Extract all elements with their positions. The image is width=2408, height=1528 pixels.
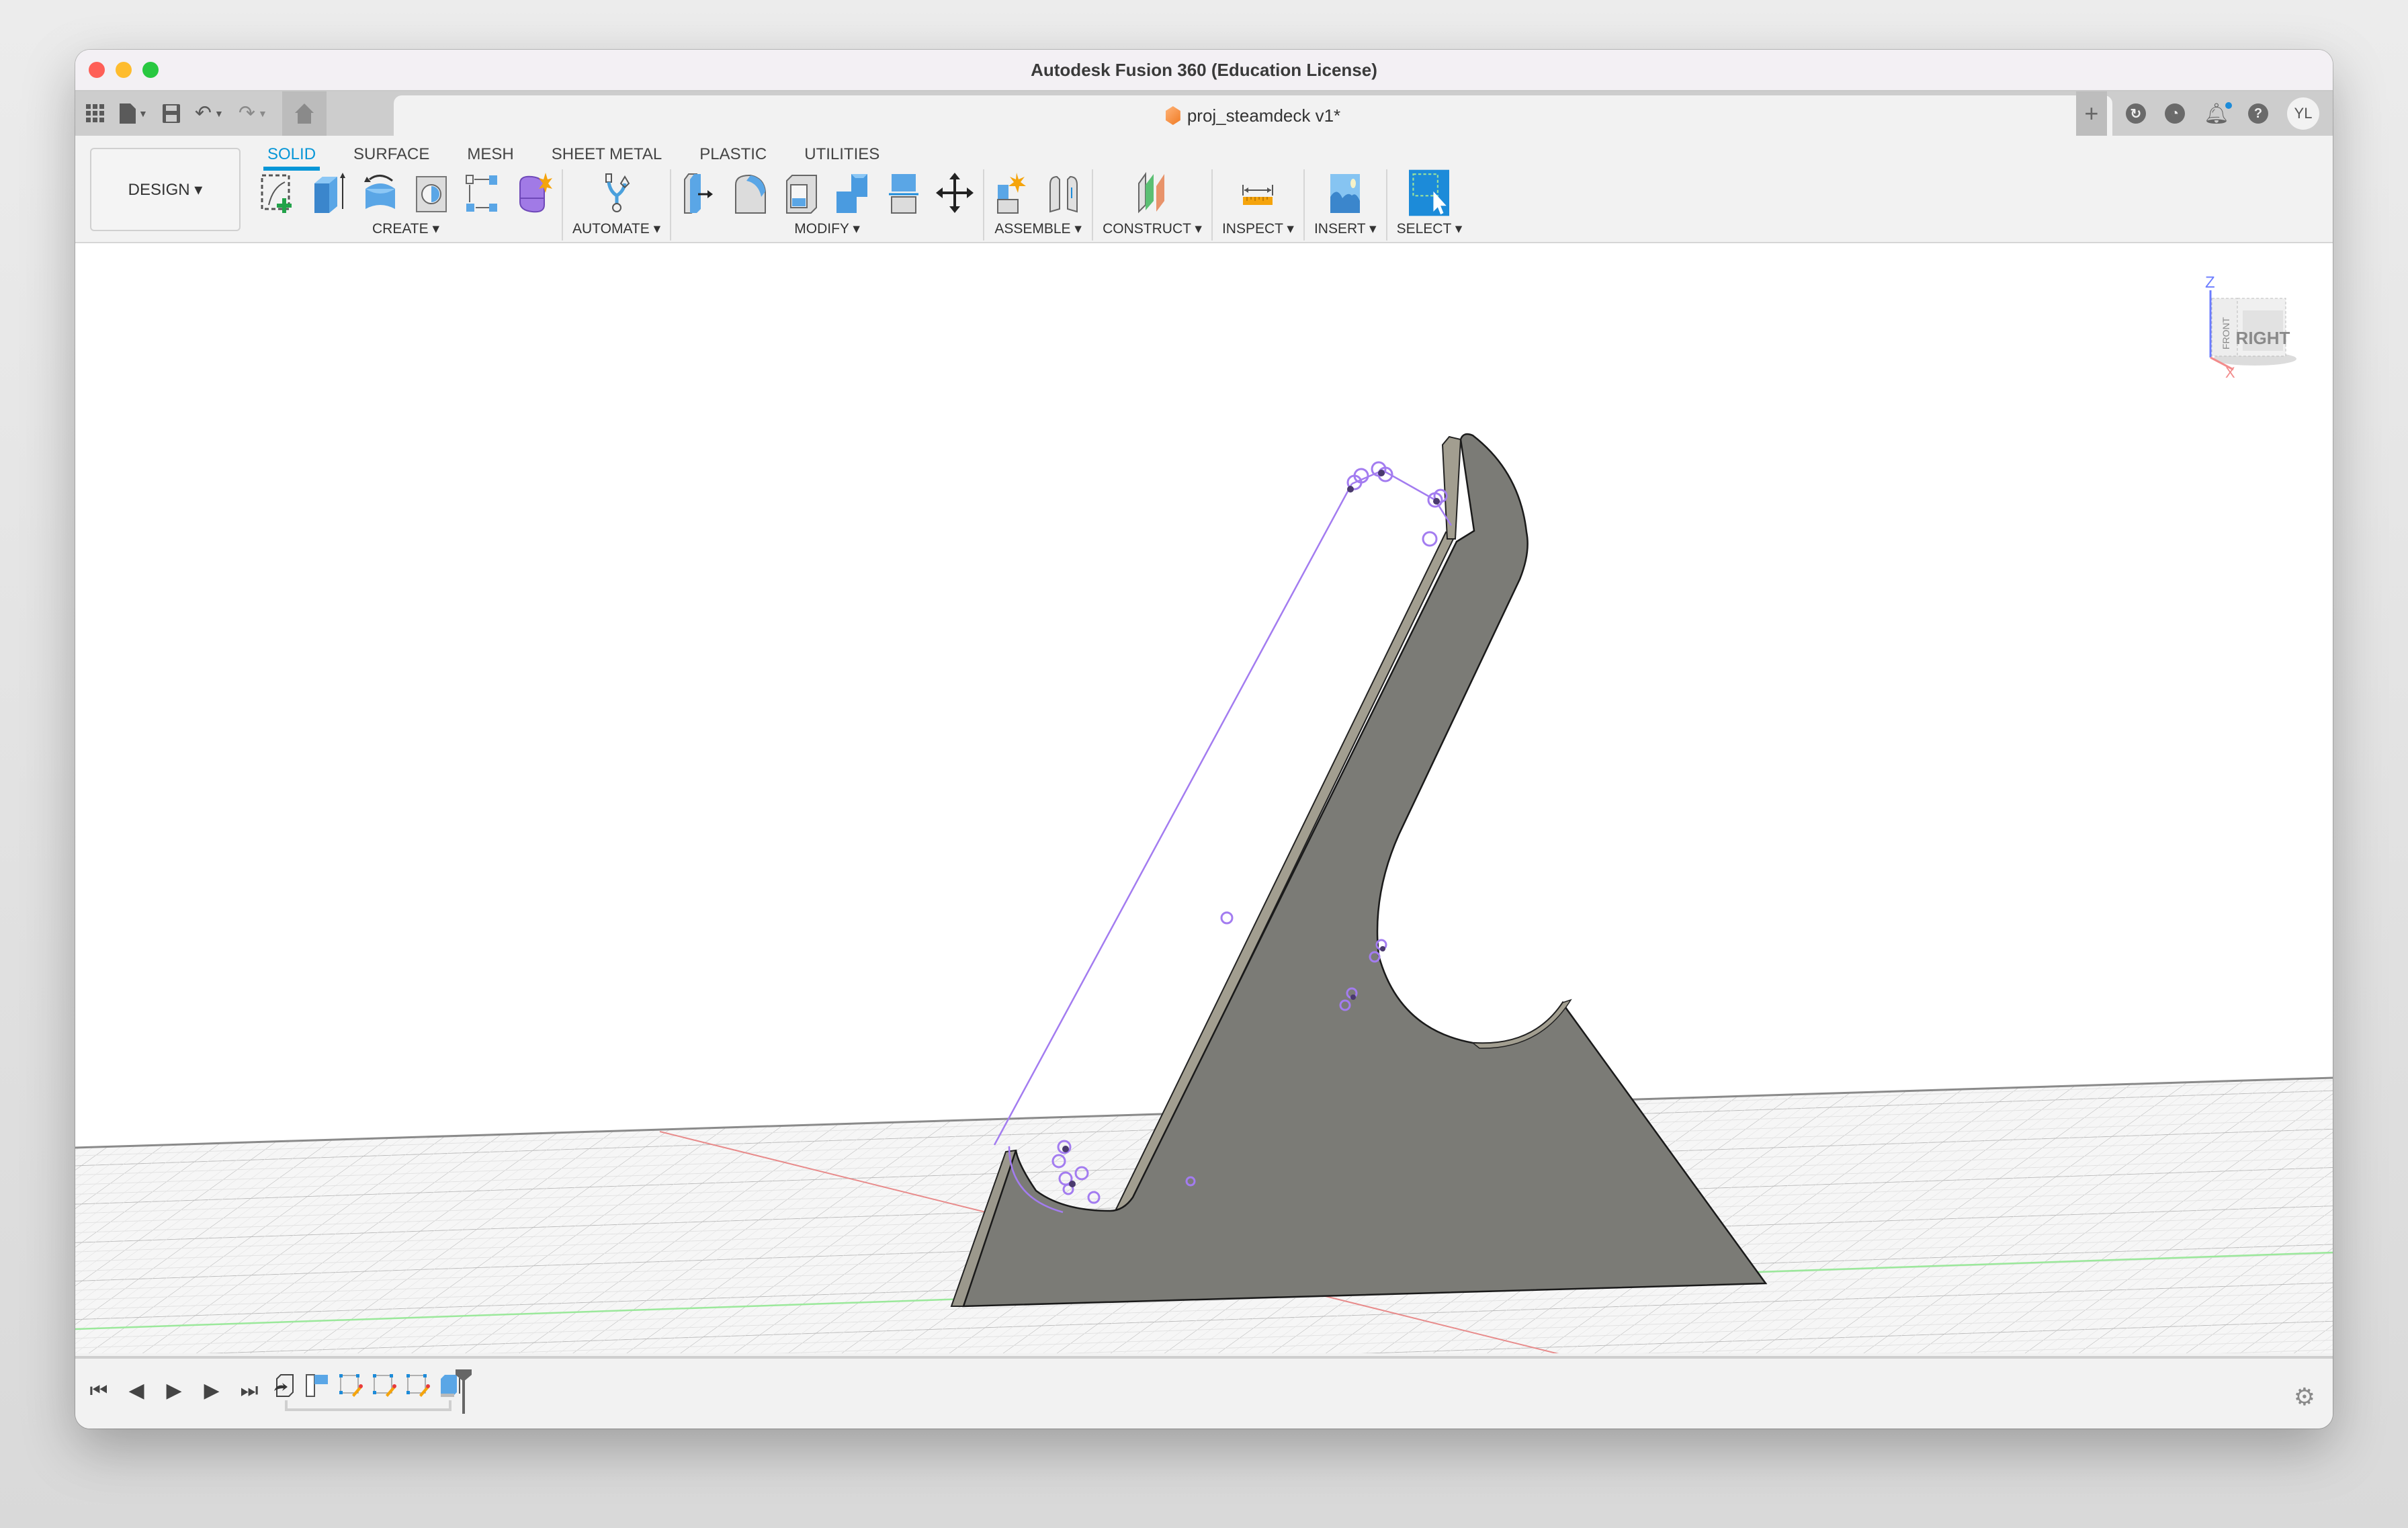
close-window-button[interactable] [89, 62, 105, 78]
automate-menu[interactable]: AUTOMATE ▾ [572, 220, 660, 237]
extrude-icon[interactable] [310, 171, 348, 214]
apps-grid-icon[interactable] [86, 104, 105, 123]
modify-menu[interactable]: MODIFY ▾ [794, 220, 860, 237]
insert-group: INSERT ▾ [1305, 169, 1387, 241]
axis-x-label: X [2225, 364, 2235, 378]
window-controls [89, 62, 159, 78]
timeline-group-bracket [285, 1400, 452, 1411]
create-sketch-icon[interactable] [259, 171, 297, 214]
shell-icon[interactable] [783, 171, 820, 214]
save-button[interactable] [162, 104, 180, 123]
chevron-down-icon: ▼ [138, 108, 148, 119]
notifications-icon[interactable]: 🔔︎ [2204, 101, 2232, 126]
home-button[interactable] [282, 91, 327, 136]
automate-group: AUTOMATE ▾ [563, 169, 672, 241]
timeline-play-button[interactable]: ▶︎ [164, 1379, 184, 1402]
insert-image-icon[interactable] [1326, 171, 1364, 214]
tab-plastic[interactable]: PLASTIC [681, 141, 785, 168]
chevron-down-icon: ▼ [214, 108, 224, 119]
combine-icon[interactable] [834, 171, 871, 214]
modify-group: MODIFY ▾ [671, 169, 985, 241]
ribbon-tabs: SOLID SURFACE MESH SHEET METAL PLASTIC U… [249, 141, 898, 171]
create-form-icon[interactable] [515, 171, 552, 214]
timeline-sketch-plane-icon[interactable] [305, 1373, 329, 1398]
press-pull-icon[interactable] [681, 171, 718, 214]
timeline-marker[interactable] [456, 1369, 472, 1414]
timeline: ⏮︎ ◀︎ ▶︎ ▶︎ ⏭︎ ⚙︎ [75, 1356, 2333, 1429]
construct-menu[interactable]: CONSTRUCT ▾ [1103, 220, 1202, 237]
help-icon[interactable]: ? [2248, 103, 2268, 124]
tab-utilities[interactable]: UTILITIES [785, 141, 898, 168]
tab-bar: ▼ ↶▼ ↷▼ proj_steamdeck v1* × + ↻ ◔ 🔔︎ [75, 91, 2333, 136]
undo-icon: ↶ [194, 102, 212, 124]
measure-icon[interactable] [1239, 171, 1277, 214]
axis-z-label: Z [2205, 273, 2215, 292]
timeline-sketch-icon[interactable] [339, 1373, 363, 1398]
minimize-window-button[interactable] [116, 62, 132, 78]
new-tab-button[interactable]: + [2075, 91, 2107, 136]
view-cube-side-label[interactable]: FRONT [2221, 316, 2231, 349]
assemble-group: ASSEMBLE ▾ [984, 169, 1094, 241]
tab-mesh[interactable]: MESH [448, 141, 532, 168]
app-window: Autodesk Fusion 360 (Education License) … [75, 50, 2333, 1429]
joint-icon[interactable] [1045, 171, 1082, 214]
user-avatar[interactable]: YL [2287, 97, 2319, 130]
tab-surface[interactable]: SURFACE [335, 141, 448, 168]
3d-viewport[interactable]: RIGHT FRONT Z X ⟲ ▼ ✋︎ ▼ ▼ ▼ ▼ [75, 243, 2333, 1353]
timeline-first-button[interactable]: ⏮︎ [89, 1380, 109, 1402]
assemble-menu[interactable]: ASSEMBLE ▾ [994, 220, 1082, 237]
file-menu-button[interactable]: ▼ [120, 103, 148, 124]
model-edge-face-top [1441, 435, 1462, 540]
inspect-menu[interactable]: INSPECT ▾ [1222, 220, 1294, 237]
select-group: SELECT ▾ [1387, 169, 1472, 241]
undo-button[interactable]: ↶ ▼ [195, 103, 224, 124]
timeline-sketch-icon[interactable] [406, 1373, 430, 1398]
workspace-switcher[interactable]: DESIGN ▾ [90, 148, 241, 231]
create-group: CREATE ▾ [250, 169, 563, 241]
pattern-icon[interactable] [464, 171, 501, 214]
gear-icon[interactable]: ⚙︎ [2294, 1383, 2315, 1411]
redo-icon: ↷ [238, 102, 255, 124]
create-menu[interactable]: CREATE ▾ [372, 220, 439, 237]
window-select-icon[interactable] [1409, 169, 1450, 216]
fillet-icon[interactable] [732, 171, 769, 214]
move-copy-icon[interactable] [936, 171, 974, 214]
insert-menu[interactable]: INSERT ▾ [1314, 220, 1377, 237]
offset-face-icon[interactable] [885, 171, 922, 214]
view-cube[interactable]: RIGHT FRONT Z X [2198, 263, 2299, 378]
design-doc-icon [1165, 106, 1180, 125]
inspect-group: INSPECT ▾ [1213, 169, 1305, 241]
redo-button[interactable]: ↷ ▼ [239, 103, 267, 124]
revolve-icon[interactable] [361, 171, 399, 214]
document-name: proj_steamdeck v1* [1187, 105, 1341, 126]
hole-icon[interactable] [413, 171, 450, 214]
job-status-icon[interactable]: ↻ [2125, 103, 2146, 124]
home-icon [294, 103, 314, 124]
timeline-previous-button[interactable]: ◀︎ [126, 1379, 146, 1402]
timeline-sketch-icon[interactable] [372, 1373, 396, 1398]
offset-plane-icon[interactable] [1133, 171, 1171, 214]
file-icon [120, 103, 136, 124]
chevron-down-icon: ▼ [258, 108, 267, 119]
construct-group: CONSTRUCT ▾ [1093, 169, 1213, 241]
timeline-last-button[interactable]: ⏭︎ [239, 1380, 259, 1402]
timeline-next-button[interactable]: ▶︎ [202, 1379, 222, 1402]
window-title: Autodesk Fusion 360 (Education License) [1031, 59, 1377, 80]
view-cube-face-label[interactable]: RIGHT [2236, 328, 2290, 348]
history-icon[interactable]: ◔ [2164, 103, 2185, 124]
canvas-scene [75, 433, 2333, 1353]
title-bar: Autodesk Fusion 360 (Education License) [75, 50, 2333, 91]
tab-sheet-metal[interactable]: SHEET METAL [533, 141, 681, 168]
tab-solid[interactable]: SOLID [249, 141, 335, 171]
save-icon [162, 104, 180, 123]
select-menu[interactable]: SELECT ▾ [1397, 220, 1463, 237]
toolbar-ribbon: DESIGN ▾ SOLID SURFACE MESH SHEET METAL … [75, 136, 2333, 243]
notification-badge [2225, 101, 2232, 109]
new-component-icon[interactable] [994, 171, 1031, 214]
document-tab[interactable]: proj_steamdeck v1* × [394, 95, 2112, 136]
automate-icon[interactable] [598, 171, 636, 214]
timeline-derive-icon[interactable] [271, 1373, 296, 1398]
zoom-window-button[interactable] [142, 62, 159, 78]
